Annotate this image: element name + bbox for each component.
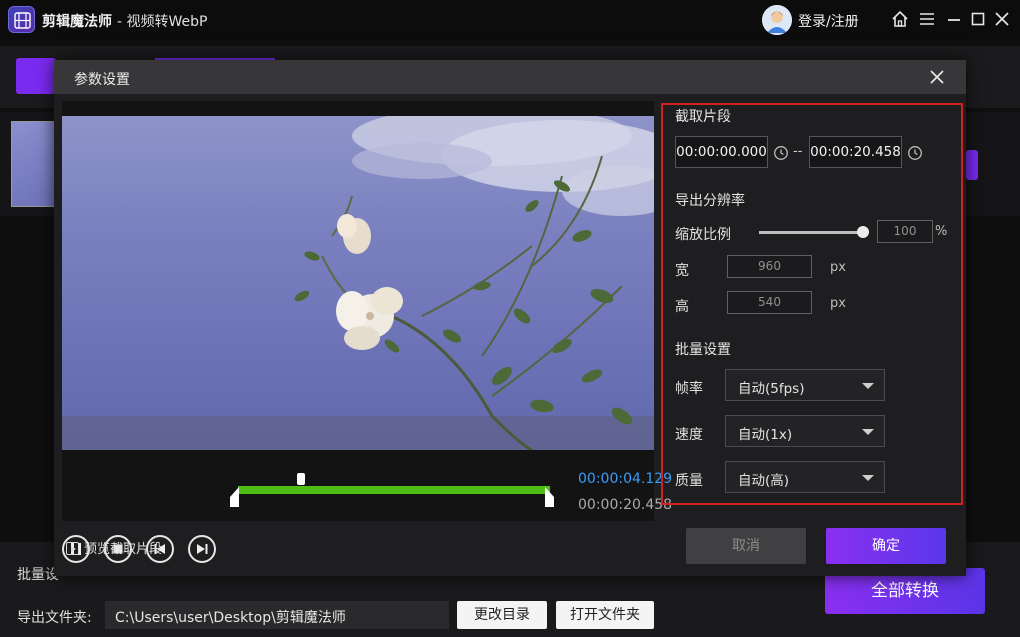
clip-end-handle[interactable] <box>545 487 554 507</box>
scale-slider-knob[interactable] <box>857 226 869 238</box>
video-player: 00:00:04.129 00:00:20.458 <box>62 101 672 563</box>
add-file-button[interactable] <box>16 58 56 94</box>
dialog-close-icon[interactable] <box>928 68 946 86</box>
clock-reset-icon[interactable] <box>773 145 789 161</box>
speed-value: 自动(1x) <box>738 427 793 443</box>
batch-section-title: 批量设置 <box>675 342 731 358</box>
width-label: 宽 <box>675 263 689 279</box>
cancel-button[interactable]: 取消 <box>686 528 806 564</box>
user-avatar[interactable] <box>762 5 792 35</box>
fps-select[interactable]: 自动(5fps) <box>725 369 885 401</box>
width-unit: px <box>830 260 846 275</box>
quality-value: 自动(高) <box>738 473 790 489</box>
change-directory-button[interactable]: 更改目录 <box>457 601 547 629</box>
clock-reset-icon[interactable] <box>907 145 923 161</box>
play-square-icon <box>66 542 79 555</box>
next-frame-button[interactable] <box>188 535 216 563</box>
export-folder-label: 导出文件夹: <box>17 610 92 626</box>
height-input[interactable]: 540 <box>727 291 812 314</box>
playhead-handle[interactable] <box>297 473 305 485</box>
maximize-icon[interactable] <box>968 9 988 29</box>
file-thumbnail[interactable] <box>11 121 55 207</box>
app-subtitle: - 视频转WebP <box>117 14 208 30</box>
title-bar: 剪辑魔法师 - 视频转WebP 登录/注册 <box>0 0 1020 40</box>
speed-select[interactable]: 自动(1x) <box>725 415 885 447</box>
fps-value: 自动(5fps) <box>738 381 805 397</box>
video-preview[interactable] <box>62 116 654 450</box>
export-path-field[interactable]: C:\Users\user\Desktop\剪辑魔法师 <box>105 601 449 629</box>
scale-input[interactable]: 100 <box>877 220 933 243</box>
quality-select[interactable]: 自动(高) <box>725 461 885 493</box>
app-logo-icon <box>8 6 35 33</box>
scale-slider[interactable] <box>759 231 863 234</box>
open-folder-button[interactable]: 打开文件夹 <box>556 601 654 629</box>
dialog-header: 参数设置 <box>54 60 966 94</box>
height-unit: px <box>830 296 846 311</box>
minimize-icon[interactable] <box>944 9 964 29</box>
settings-panel: 截取片段 00:00:00.000 -- 00:00:20.458 导出分辨率 … <box>661 103 963 505</box>
preview-clip-toggle[interactable]: 预览截取片段 <box>66 538 162 557</box>
total-time: 00:00:20.458 <box>578 497 673 513</box>
file-action-button[interactable] <box>966 150 978 180</box>
confirm-button[interactable]: 确定 <box>826 528 946 564</box>
clip-end-time-input[interactable]: 00:00:20.458 <box>809 136 902 168</box>
width-input[interactable]: 960 <box>727 255 812 278</box>
login-register-link[interactable]: 登录/注册 <box>798 11 859 31</box>
clip-start-time-input[interactable]: 00:00:00.000 <box>675 136 768 168</box>
height-label: 高 <box>675 299 689 315</box>
clip-start-handle[interactable] <box>230 487 239 507</box>
settings-dialog: 参数设置 00:00:04.129 00:00:20.458 预览截取片段 截取… <box>54 60 966 576</box>
app-title: 剪辑魔法师 <box>42 14 112 30</box>
current-time: 00:00:04.129 <box>578 471 673 487</box>
dialog-title: 参数设置 <box>74 72 130 88</box>
preview-clip-label: 预览截取片段 <box>84 542 163 557</box>
chevron-down-icon <box>862 429 874 435</box>
timeline-track[interactable] <box>238 486 550 494</box>
close-window-icon[interactable] <box>992 9 1012 29</box>
chevron-down-icon <box>862 475 874 481</box>
speed-label: 速度 <box>675 427 703 443</box>
scale-unit: % <box>935 224 948 239</box>
chevron-down-icon <box>862 383 874 389</box>
quality-label: 质量 <box>675 473 703 489</box>
batch-settings-label: 批量设 <box>17 567 59 583</box>
time-separator: -- <box>793 144 803 159</box>
home-icon[interactable] <box>890 9 910 29</box>
clip-section-title: 截取片段 <box>675 109 731 125</box>
resolution-section-title: 导出分辨率 <box>675 193 745 209</box>
scale-label: 缩放比例 <box>675 227 731 243</box>
menu-icon[interactable] <box>917 9 937 29</box>
fps-label: 帧率 <box>675 381 703 397</box>
